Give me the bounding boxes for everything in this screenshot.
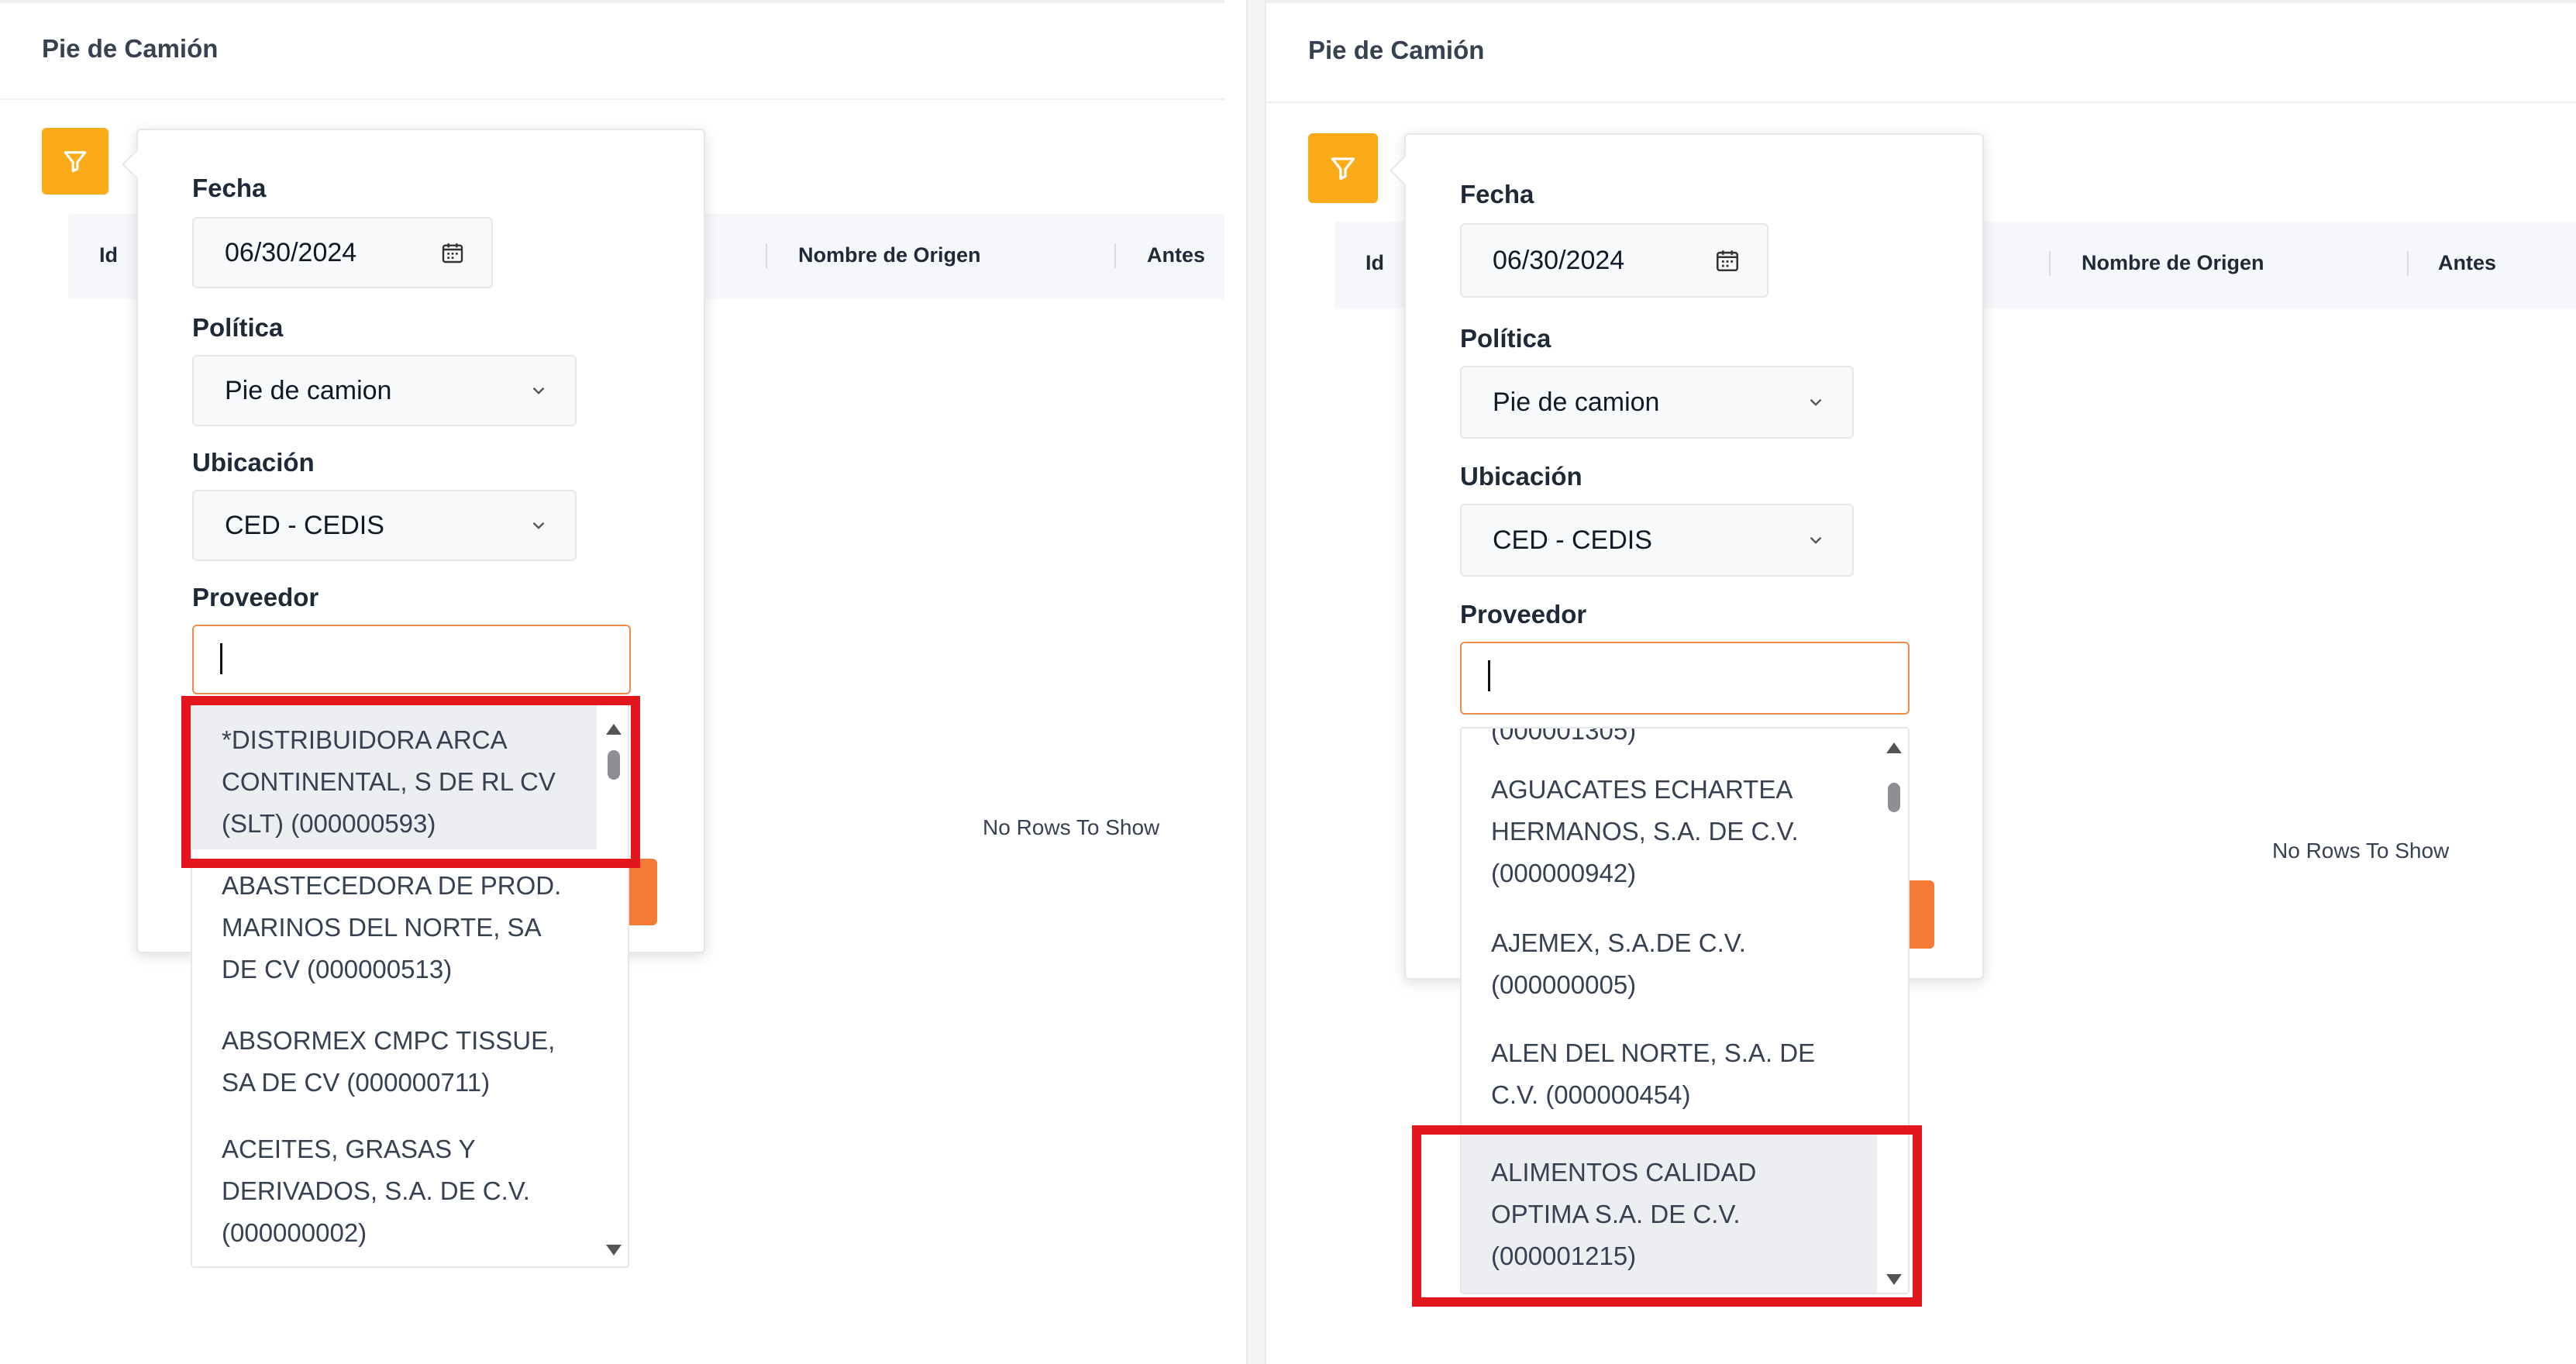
list-item[interactable]: AGUACATES ECHARTEA HERMANOS, S.A. DE C.V… xyxy=(1462,769,1877,908)
scroll-down-arrow[interactable] xyxy=(606,1245,622,1256)
proveedor-label: Proveedor xyxy=(192,583,319,611)
scroll-up-arrow[interactable] xyxy=(1886,742,1902,753)
calendar-icon[interactable] xyxy=(1714,247,1741,274)
page-title: Pie de Camión xyxy=(1308,36,1485,64)
highlight-box xyxy=(1412,1125,1922,1307)
no-rows-message: No Rows To Show xyxy=(983,815,1160,839)
list-item[interactable]: (000001305) xyxy=(1462,728,1877,752)
text-cursor xyxy=(1488,660,1490,691)
header-divider xyxy=(0,98,1224,100)
fecha-date-input[interactable]: 06/30/2024 xyxy=(1460,223,1768,298)
chevron-down-icon xyxy=(529,381,549,401)
popover-caret xyxy=(122,149,153,180)
list-item[interactable]: ABASTECEDORA DE PROD. MARINOS DEL NORTE,… xyxy=(192,865,597,1004)
no-rows-message: No Rows To Show xyxy=(2272,839,2450,863)
politica-label: Política xyxy=(192,313,284,342)
list-item[interactable]: ACEITES, GRASAS Y DERIVADOS, S.A. DE C.V… xyxy=(192,1128,597,1266)
filter-button[interactable] xyxy=(42,128,108,195)
ubicacion-select[interactable]: CED - CEDIS xyxy=(1460,504,1854,577)
politica-value: Pie de camion xyxy=(225,375,392,405)
politica-label: Política xyxy=(1460,324,1551,353)
fecha-date-input[interactable]: 06/30/2024 xyxy=(192,217,493,288)
scroll-thumb[interactable] xyxy=(1888,783,1900,812)
text-cursor xyxy=(220,643,222,674)
politica-value: Pie de camion xyxy=(1493,387,1660,417)
page-title: Pie de Camión xyxy=(42,34,219,63)
filter-button[interactable] xyxy=(1308,133,1378,203)
proveedor-input[interactable] xyxy=(1460,642,1910,715)
column-header-before[interactable]: Antes xyxy=(1147,243,1205,267)
ubicacion-label: Ubicación xyxy=(1460,462,1582,491)
column-header-id[interactable]: Id xyxy=(99,243,118,267)
proveedor-input[interactable] xyxy=(192,625,631,694)
chevron-down-icon xyxy=(529,515,549,536)
chevron-down-icon xyxy=(1806,392,1826,412)
fecha-label: Fecha xyxy=(192,174,267,202)
left-panel: Pie de Camión Id Nombre de Origen Antes … xyxy=(0,0,1224,1364)
popover-caret xyxy=(1390,155,1421,186)
proveedor-label: Proveedor xyxy=(1460,600,1587,629)
politica-select[interactable]: Pie de camion xyxy=(1460,366,1854,439)
chevron-down-icon xyxy=(1806,530,1826,550)
header-divider xyxy=(1266,102,2576,103)
politica-select[interactable]: Pie de camion xyxy=(192,355,577,426)
top-border xyxy=(0,0,1224,3)
fecha-label: Fecha xyxy=(1460,180,1534,208)
column-separator xyxy=(766,243,767,268)
column-separator xyxy=(2049,251,2051,276)
column-separator xyxy=(2407,251,2409,276)
column-separator xyxy=(1114,243,1116,268)
list-item[interactable]: ABSORMEX CMPC TISSUE, SA DE CV (00000071… xyxy=(192,1020,597,1113)
top-border xyxy=(1266,0,2576,3)
right-panel: Pie de Camión Id Nombre de Origen Antes … xyxy=(1266,0,2576,1364)
column-header-origin-name[interactable]: Nombre de Origen xyxy=(2082,251,2264,275)
list-item[interactable]: ALEN DEL NORTE, S.A. DE C.V. (000000454) xyxy=(1462,1032,1877,1125)
ubicacion-select[interactable]: CED - CEDIS xyxy=(192,490,577,561)
funnel-icon xyxy=(64,151,87,173)
ubicacion-label: Ubicación xyxy=(192,448,315,477)
funnel-icon xyxy=(1331,157,1355,181)
ubicacion-value: CED - CEDIS xyxy=(1493,525,1652,555)
ubicacion-value: CED - CEDIS xyxy=(225,510,384,540)
column-header-id[interactable]: Id xyxy=(1365,251,1384,275)
column-header-before[interactable]: Antes xyxy=(2438,251,2496,275)
panel-divider xyxy=(1246,0,1266,1364)
list-item[interactable]: AJEMEX, S.A.DE C.V. (000000005) xyxy=(1462,922,1877,1015)
highlight-box xyxy=(181,696,640,868)
column-header-origin-name[interactable]: Nombre de Origen xyxy=(798,243,981,267)
calendar-icon[interactable] xyxy=(440,240,465,265)
